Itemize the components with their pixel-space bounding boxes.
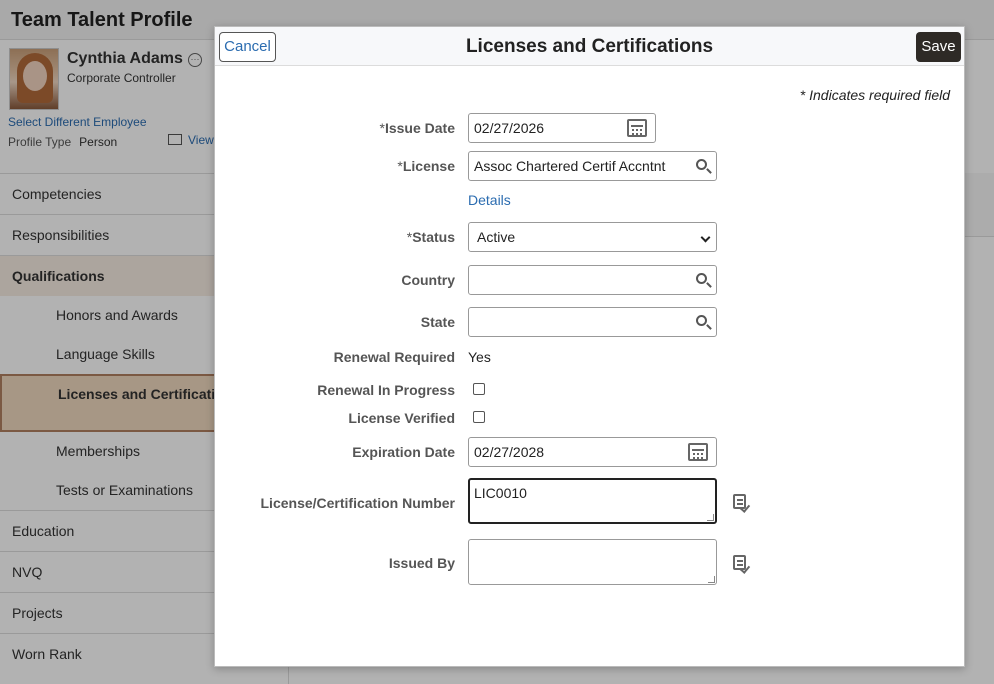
- details-link[interactable]: Details: [468, 192, 511, 208]
- spellcheck-icon[interactable]: [733, 494, 746, 509]
- status-select[interactable]: Active: [468, 222, 717, 252]
- license-verified-checkbox[interactable]: [473, 411, 485, 423]
- state-field[interactable]: [468, 307, 717, 337]
- cert-number-textarea[interactable]: LIC0010: [468, 478, 717, 524]
- issue-date-field[interactable]: 02/27/2026: [468, 113, 656, 143]
- save-button[interactable]: Save: [916, 32, 961, 62]
- licenses-modal: Licenses and Certifications Cancel Save …: [214, 26, 965, 667]
- issued-by-label: Issued By: [388, 555, 455, 571]
- search-icon[interactable]: [696, 273, 707, 284]
- expiration-date-value: 02/27/2028: [474, 444, 545, 460]
- required-field-note: * Indicates required field: [799, 87, 950, 103]
- country-field[interactable]: [468, 265, 717, 295]
- renewal-required-label: Renewal Required: [333, 349, 455, 365]
- renewal-in-progress-checkbox[interactable]: [473, 383, 485, 395]
- modal-title: Licenses and Certifications: [465, 36, 714, 57]
- cancel-button[interactable]: Cancel: [219, 32, 276, 62]
- renewal-required-value: Yes: [468, 349, 491, 365]
- issued-by-textarea[interactable]: [468, 539, 717, 585]
- expiration-date-label: Expiration Date: [352, 444, 455, 460]
- expiration-date-field[interactable]: 02/27/2028: [468, 437, 717, 467]
- license-value: Assoc Chartered Certif Accntnt: [474, 158, 666, 174]
- license-field[interactable]: Assoc Chartered Certif Accntnt: [468, 151, 717, 181]
- state-label: State: [420, 314, 455, 330]
- renewal-in-progress-label: Renewal In Progress: [317, 382, 455, 398]
- cert-number-value: LIC0010: [474, 485, 527, 501]
- issue-date-value: 02/27/2026: [474, 120, 545, 136]
- country-label: Country: [401, 272, 455, 288]
- issue-date-label: *Issue Date: [379, 120, 456, 136]
- search-icon[interactable]: [696, 315, 707, 326]
- spellcheck-icon[interactable]: [733, 555, 746, 570]
- status-label: *Status: [406, 229, 455, 245]
- license-verified-label: License Verified: [348, 410, 455, 426]
- calendar-icon[interactable]: [688, 443, 708, 461]
- calendar-icon[interactable]: [627, 119, 647, 137]
- search-icon[interactable]: [696, 159, 707, 170]
- chevron-down-icon: [700, 232, 711, 243]
- cert-number-label: License/Certification Number: [260, 495, 456, 511]
- license-label: *License: [397, 158, 455, 174]
- status-value: Active: [477, 229, 516, 245]
- modal-header: Licenses and Certifications Cancel Save: [215, 27, 964, 66]
